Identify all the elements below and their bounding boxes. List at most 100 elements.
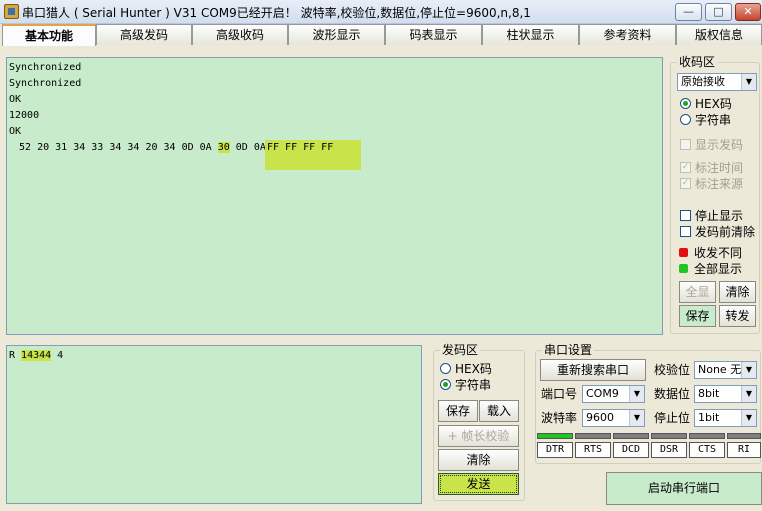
stopbits-label: 停止位: [654, 411, 691, 425]
all-legend-icon: [679, 264, 688, 273]
mark-time-checkbox[interactable]: ✓: [680, 162, 691, 173]
recv-string-radio[interactable]: [680, 114, 691, 125]
close-button[interactable]: ✕: [735, 3, 761, 21]
send-hex-label: HEX码: [455, 362, 492, 376]
send-textarea[interactable]: R 14344 4: [6, 345, 422, 504]
databits-label: 数据位: [654, 387, 691, 401]
diff-legend-label: 收发不同: [694, 246, 743, 260]
chevron-down-icon: ▼: [741, 410, 756, 426]
baud-label: 波特率: [541, 411, 578, 425]
stop-display-checkbox[interactable]: [680, 210, 691, 221]
show-all-button[interactable]: 全显: [679, 281, 716, 303]
load-button[interactable]: 载入: [479, 400, 519, 422]
show-send-checkbox[interactable]: [680, 139, 691, 150]
receive-line: OK: [9, 126, 22, 137]
app-icon: [4, 4, 19, 19]
title-bar: 串口猎人 ( Serial Hunter ) V31 COM9已经开启！ 波特率…: [0, 0, 762, 24]
tab-bar: 基本功能 高级发码 高级收码 波形显示 码表显示 柱状显示 参考资料 版权信息: [0, 24, 762, 46]
cts-label: CTS: [689, 442, 725, 458]
clear-before-send-checkbox[interactable]: [680, 226, 691, 237]
diff-legend-icon: [679, 248, 688, 257]
dtr-indicator: [537, 433, 573, 439]
send-string-label: 字符串: [455, 378, 492, 392]
recv-save-button[interactable]: 保存: [679, 305, 716, 327]
dtr-toggle[interactable]: DTR: [537, 442, 573, 458]
receive-mode-value: 原始接收: [681, 75, 725, 88]
app-window: 串口猎人 ( Serial Hunter ) V31 COM9已经开启！ 波特率…: [0, 0, 762, 511]
dcd-indicator: [613, 433, 649, 439]
dsr-indicator: [651, 433, 687, 439]
stopbits-select[interactable]: 1bit ▼: [694, 409, 757, 427]
minimize-button[interactable]: —: [675, 3, 702, 21]
show-send-label: 显示发码: [695, 138, 744, 152]
send-button[interactable]: 发送: [438, 473, 519, 495]
rts-toggle[interactable]: RTS: [575, 442, 611, 458]
recv-string-label: 字符串: [695, 113, 732, 127]
chevron-down-icon: ▼: [629, 386, 644, 402]
ri-indicator: [727, 433, 761, 439]
hex-highlight: 30: [217, 142, 230, 153]
recv-hex-label: HEX码: [695, 97, 732, 111]
ri-label: RI: [727, 442, 761, 458]
receive-textarea[interactable]: Synchronized Synchronized OK 12000 OK 52…: [6, 57, 663, 335]
tab-advanced-receive[interactable]: 高级收码: [192, 24, 288, 45]
port-settings-title: 串口设置: [542, 343, 595, 357]
hex-tail-highlight: FF FF FF FF: [265, 140, 361, 170]
all-legend-label: 全部显示: [694, 262, 743, 276]
receive-line: Synchronized: [9, 78, 82, 89]
mark-time-label: 标注时间: [695, 161, 744, 175]
stop-display-label: 停止显示: [695, 209, 744, 223]
receive-panel-title: 收码区: [677, 55, 718, 69]
recv-clear-button[interactable]: 清除: [719, 281, 756, 303]
chevron-down-icon: ▼: [741, 386, 756, 402]
hex-prefix: 52 20 31 34 33 34 34 20 34 0D 0A: [13, 142, 218, 153]
send-string-radio[interactable]: [440, 379, 451, 390]
dsr-label: DSR: [651, 442, 687, 458]
chevron-down-icon: ▼: [741, 362, 756, 378]
parity-value: None 无: [698, 363, 742, 376]
stopbits-value: 1bit: [698, 411, 720, 424]
tab-code-table[interactable]: 码表显示: [385, 24, 482, 45]
send-clear-button[interactable]: 清除: [438, 449, 519, 471]
port-value: COM9: [586, 387, 619, 400]
send-hex-radio[interactable]: [440, 363, 451, 374]
tab-reference[interactable]: 参考资料: [579, 24, 676, 45]
tab-waveform[interactable]: 波形显示: [288, 24, 385, 45]
rts-indicator: [575, 433, 611, 439]
databits-select[interactable]: 8bit ▼: [694, 385, 757, 403]
receive-line: Synchronized: [9, 62, 82, 73]
tab-advanced-send[interactable]: 高级发码: [96, 24, 192, 45]
chevron-down-icon: ▼: [629, 410, 644, 426]
forward-button[interactable]: 转发: [719, 305, 756, 327]
tab-basic[interactable]: 基本功能: [2, 24, 96, 46]
rescan-ports-button[interactable]: 重新搜索串口: [540, 359, 646, 381]
frame-check-button[interactable]: + 帧长校验: [438, 425, 519, 447]
send-highlight: 14344: [21, 350, 52, 361]
tab-bar-chart[interactable]: 柱状显示: [482, 24, 579, 45]
baud-select[interactable]: 9600 ▼: [582, 409, 645, 427]
send-suffix: 4: [51, 350, 64, 361]
tab-copyright[interactable]: 版权信息: [676, 24, 762, 45]
receive-line: 12000: [9, 110, 40, 121]
send-prefix: R: [9, 350, 22, 361]
parity-select[interactable]: None 无 ▼: [694, 361, 757, 379]
parity-label: 校验位: [654, 363, 691, 377]
port-select[interactable]: COM9 ▼: [582, 385, 645, 403]
mark-source-checkbox[interactable]: ✓: [680, 178, 691, 189]
databits-value: 8bit: [698, 387, 720, 400]
maximize-button[interactable]: □: [705, 3, 732, 21]
send-panel-title: 发码区: [440, 343, 481, 357]
recv-hex-radio[interactable]: [680, 98, 691, 109]
send-save-button[interactable]: 保存: [438, 400, 478, 422]
open-port-button[interactable]: 启动串行端口: [606, 472, 762, 505]
port-label: 端口号: [541, 387, 578, 401]
chevron-down-icon: ▼: [741, 74, 756, 90]
receive-line: OK: [9, 94, 22, 105]
cts-indicator: [689, 433, 725, 439]
mark-source-label: 标注来源: [695, 177, 744, 191]
hex-tail: FF FF FF FF: [267, 142, 334, 153]
receive-mode-select[interactable]: 原始接收 ▼: [677, 73, 757, 91]
window-title: 串口猎人 ( Serial Hunter ) V31 COM9已经开启！ 波特率…: [22, 6, 531, 20]
receive-hex-line: 52 20 31 34 33 34 34 20 34 0D 0A 30 0D 0…: [13, 140, 272, 156]
dcd-label: DCD: [613, 442, 649, 458]
